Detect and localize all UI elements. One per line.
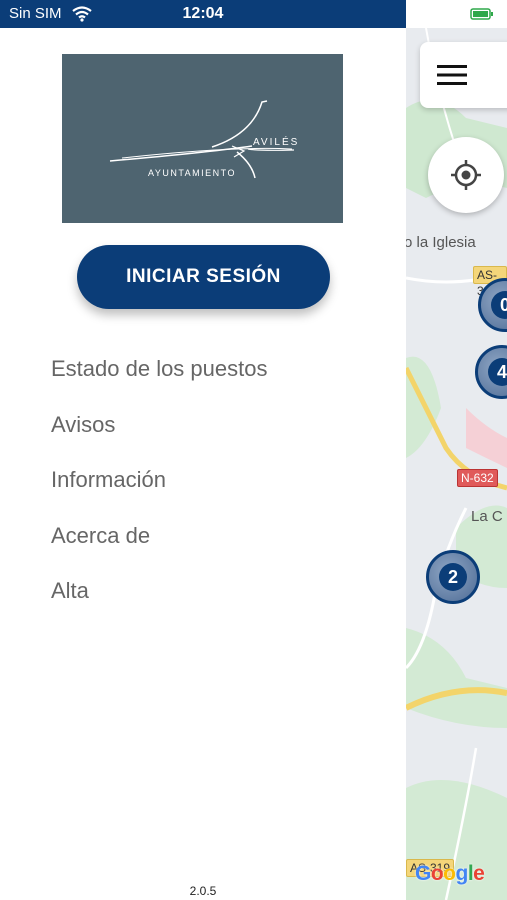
map-label-iglesia: o la Iglesia — [404, 234, 476, 251]
menu-item-acerca[interactable]: Acerca de — [51, 521, 267, 577]
map-cluster-marker[interactable]: 2 — [426, 550, 480, 604]
google-letter: g — [455, 862, 469, 885]
drawer-menu: Estado de los puestos Avisos Información… — [51, 354, 267, 632]
cluster-count: 0 — [491, 291, 507, 319]
map-label-la-c: La C — [471, 508, 503, 525]
menu-item-alta[interactable]: Alta — [51, 576, 267, 632]
logo-city: AVILÉS — [253, 137, 300, 148]
google-letter: o — [443, 862, 456, 885]
side-drawer: AVILÉS AYUNTAMIENTO INICIAR SESIÓN Estad… — [0, 28, 406, 900]
hamburger-menu-icon[interactable] — [437, 64, 467, 86]
google-logo: Google — [415, 862, 485, 886]
menu-item-informacion[interactable]: Información — [51, 465, 267, 521]
logo-graphic — [109, 100, 295, 179]
logo-subtitle: AYUNTAMIENTO — [148, 168, 237, 178]
cluster-count: 4 — [488, 358, 507, 386]
road-shield-n632: N-632 — [457, 469, 498, 487]
aviles-logo: AVILÉS AYUNTAMIENTO — [62, 54, 343, 223]
battery-icon — [470, 8, 493, 20]
status-time: 12:04 — [182, 5, 224, 22]
google-letter: G — [415, 862, 431, 885]
google-letter: e — [473, 862, 485, 885]
crosshair-icon — [451, 160, 481, 190]
cluster-count: 2 — [439, 563, 467, 591]
google-letter: o — [430, 862, 444, 885]
menu-item-estado[interactable]: Estado de los puestos — [51, 354, 267, 410]
app-version: 2.0.5 — [189, 884, 217, 898]
login-button[interactable]: INICIAR SESIÓN — [77, 245, 330, 309]
menu-item-avisos[interactable]: Avisos — [51, 410, 267, 466]
